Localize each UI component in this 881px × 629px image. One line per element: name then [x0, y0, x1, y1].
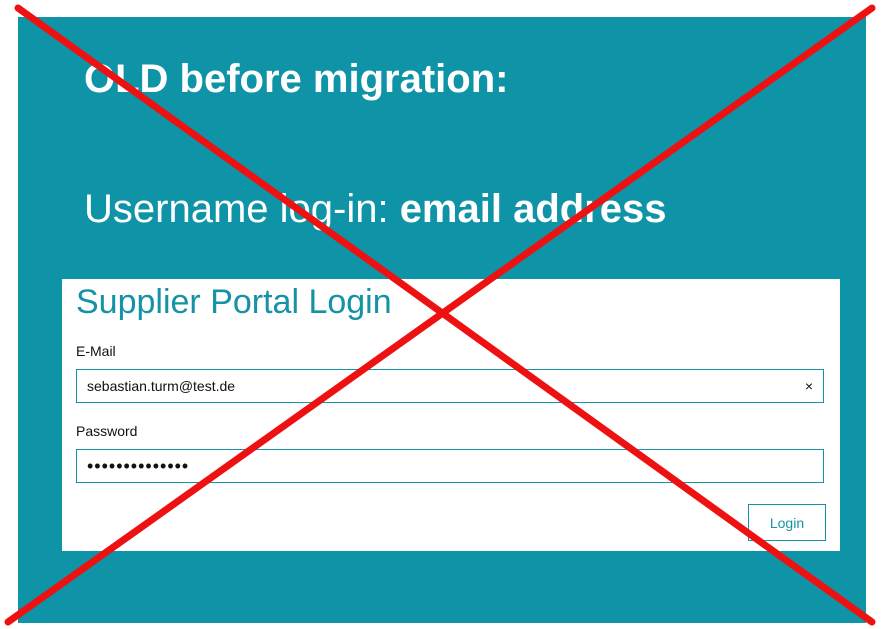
login-title: Supplier Portal Login — [76, 283, 392, 321]
clear-icon[interactable]: × — [805, 378, 813, 394]
password-field[interactable]: •••••••••••••• — [76, 449, 824, 483]
login-panel: Supplier Portal Login E-Mail sebastian.t… — [62, 279, 840, 551]
slide-background: OLD before migration: Username log-in: e… — [18, 17, 866, 623]
email-field[interactable]: sebastian.turm@test.de × — [76, 369, 824, 403]
subline-bold: email address — [399, 187, 667, 231]
email-value: sebastian.turm@test.de — [87, 378, 236, 394]
login-button[interactable]: Login — [748, 504, 826, 541]
password-label: Password — [76, 423, 138, 439]
email-label: E-Mail — [76, 343, 116, 359]
subline-prefix: Username log-in: — [84, 187, 400, 231]
slide-subline: Username log-in: email address — [84, 187, 667, 232]
password-value: •••••••••••••• — [87, 455, 190, 476]
slide-heading: OLD before migration: — [84, 57, 509, 101]
